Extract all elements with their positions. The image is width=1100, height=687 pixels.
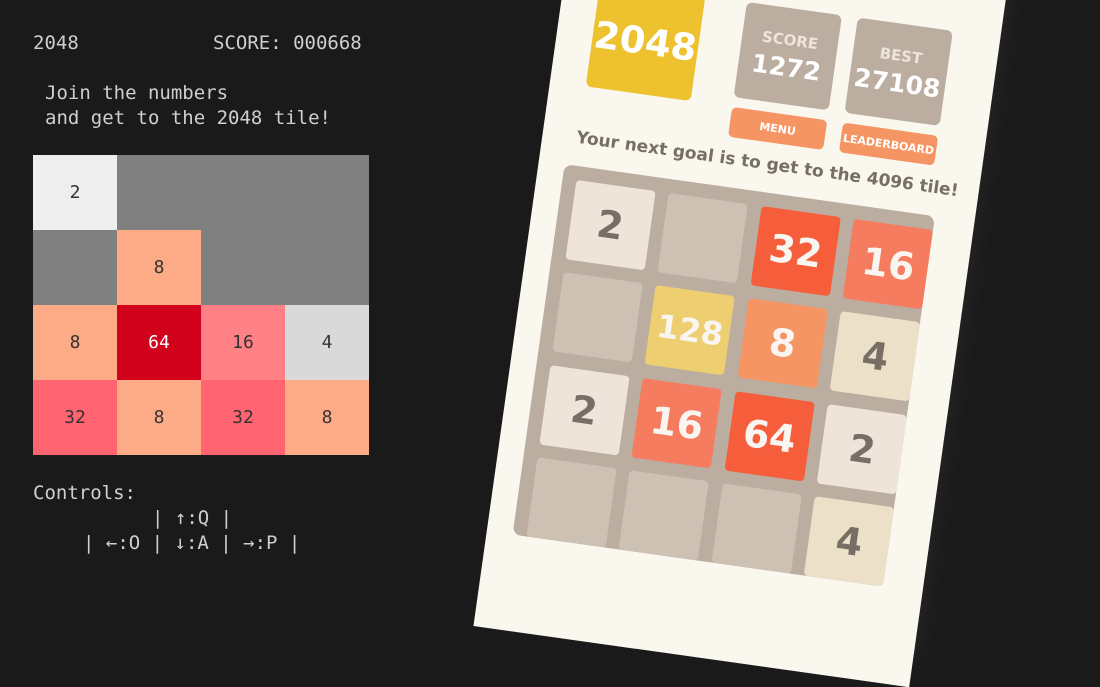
game-logo: 2048 <box>585 0 706 102</box>
tile: 2 <box>565 179 656 270</box>
terminal-tile: 8 <box>117 380 201 455</box>
terminal-intro-line-1: Join the numbers <box>45 82 229 104</box>
terminal-tile: 4 <box>285 305 369 380</box>
terminal-intro-line-2: and get to the 2048 tile! <box>45 107 331 129</box>
tile: 128 <box>644 285 736 376</box>
tile: 64 <box>724 390 815 482</box>
terminal-game: 2048 SCORE: 000668 Join the numbers and … <box>0 0 440 600</box>
terminal-board[interactable]: 2 8 8 64 16 4 32 8 32 8 <box>33 155 369 455</box>
terminal-tile: 8 <box>285 380 369 455</box>
terminal-empty-cell <box>201 155 285 230</box>
tile: 8 <box>737 298 828 389</box>
controls-label: Controls: <box>33 482 136 504</box>
terminal-tile: 8 <box>117 230 201 305</box>
terminal-score: SCORE: 000668 <box>213 32 362 54</box>
tile: 2 <box>817 403 908 495</box>
terminal-empty-cell <box>201 230 285 305</box>
leaderboard-button[interactable]: LEADERBOARD <box>838 122 939 166</box>
tile: 16 <box>843 218 934 309</box>
mobile-board[interactable]: 2 32 16 128 8 4 2 16 64 2 4 <box>512 164 935 588</box>
terminal-empty-cell <box>285 155 369 230</box>
tile: 4 <box>804 496 895 588</box>
terminal-title: 2048 <box>33 32 79 54</box>
empty-cell <box>711 483 802 574</box>
menu-button[interactable]: MENU <box>728 106 828 151</box>
empty-cell <box>525 457 617 548</box>
empty-cell <box>551 272 643 363</box>
controls-arrows-row: | ←:O | ↓:A | →:P | <box>83 532 301 554</box>
best-box: BEST 27108 <box>844 17 953 126</box>
tile: 2 <box>538 364 630 456</box>
best-value: 27108 <box>852 62 943 104</box>
empty-cell <box>657 192 749 283</box>
tile: 32 <box>750 205 841 296</box>
terminal-tile: 16 <box>201 305 285 380</box>
tile: 4 <box>830 311 921 402</box>
best-label: BEST <box>878 43 924 68</box>
empty-cell <box>618 470 709 561</box>
terminal-tile: 32 <box>33 380 117 455</box>
score-box: SCORE 1272 <box>733 1 843 111</box>
terminal-empty-cell <box>33 230 117 305</box>
terminal-tile: 8 <box>33 305 117 380</box>
terminal-empty-cell <box>285 230 369 305</box>
terminal-empty-cell <box>117 155 201 230</box>
score-value: 1272 <box>749 47 823 87</box>
terminal-tile: 64 <box>117 305 201 380</box>
score-label: SCORE <box>760 27 820 53</box>
controls-up-row: | ↑:Q | <box>152 507 233 529</box>
terminal-tile: 32 <box>201 380 285 455</box>
terminal-tile: 2 <box>33 155 117 230</box>
tile: 16 <box>631 377 723 469</box>
